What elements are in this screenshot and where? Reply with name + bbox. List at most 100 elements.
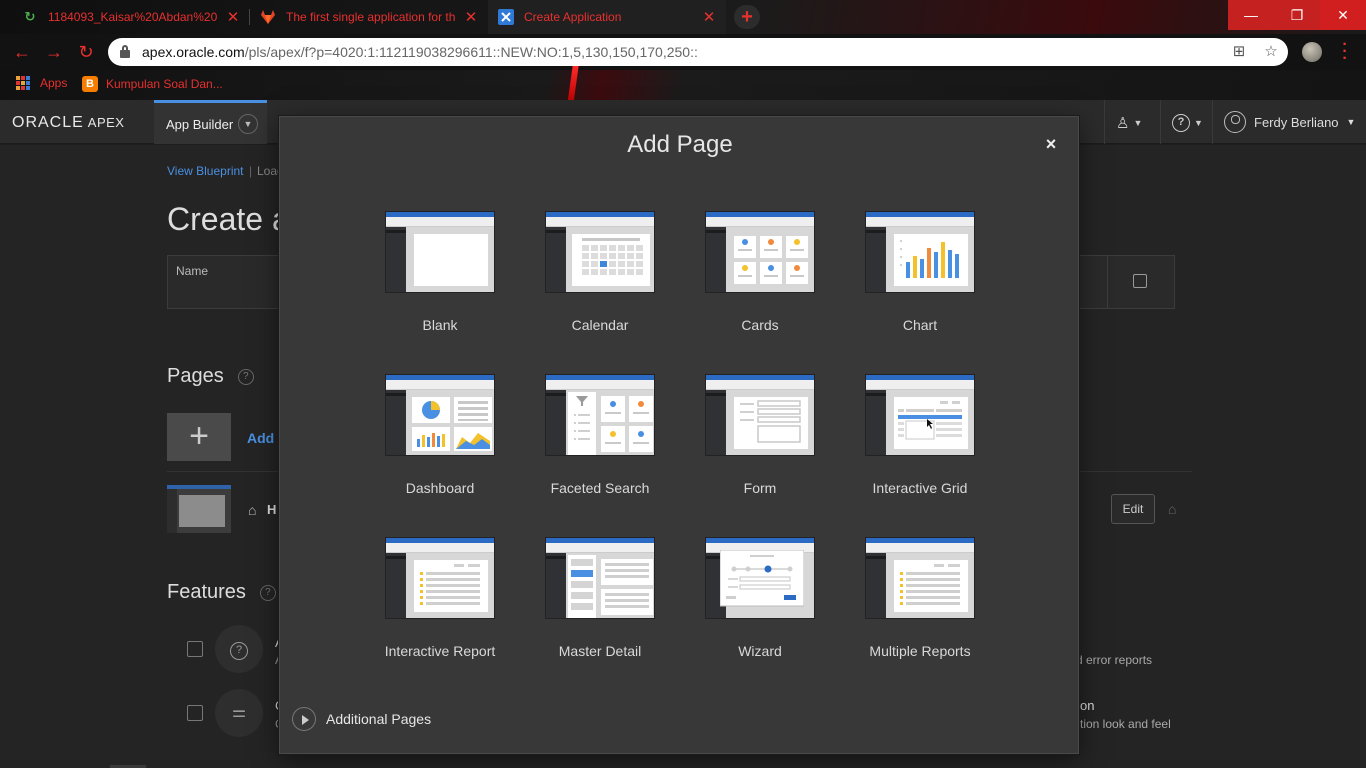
tile-label: Chart bbox=[902, 317, 938, 333]
master-detail-thumbnail bbox=[545, 537, 655, 619]
feature-desc-right: tion look and feel bbox=[1080, 717, 1171, 731]
minimize-icon[interactable]: — bbox=[1228, 0, 1274, 30]
blogger-icon: B bbox=[82, 76, 98, 92]
page-type-chart[interactable]: Chart bbox=[845, 211, 985, 351]
page-type-interactive-report[interactable]: Interactive Report bbox=[365, 537, 505, 677]
page-type-multiple-reports[interactable]: Multiple Reports bbox=[845, 537, 985, 677]
browser-menu-icon[interactable]: · · · bbox=[1338, 37, 1352, 67]
page-type-faceted-search[interactable]: Faceted Search bbox=[525, 374, 665, 514]
wizard-thumbnail bbox=[705, 537, 815, 619]
browser-toolbar: ← → ↻ apex.oracle.com/pls/apex/f?p=4020:… bbox=[0, 34, 1366, 70]
page-type-master-detail[interactable]: Master Detail bbox=[525, 537, 665, 677]
chevron-down-icon: ▼ bbox=[1346, 117, 1356, 127]
view-blueprint-link[interactable]: View Blueprint bbox=[167, 164, 244, 178]
address-bar[interactable]: apex.oracle.com/pls/apex/f?p=4020:1:1121… bbox=[108, 38, 1288, 66]
url-text: apex.oracle.com/pls/apex/f?p=4020:1:1121… bbox=[142, 44, 698, 60]
name-field[interactable]: Name bbox=[167, 255, 287, 309]
tile-label: Master Detail bbox=[558, 643, 642, 659]
app-builder-label: App Builder bbox=[166, 117, 234, 132]
oracle-apex-logo[interactable]: ORACLE APEX bbox=[12, 114, 124, 132]
bookmark-apps[interactable]: Apps bbox=[16, 76, 67, 90]
profile-avatar[interactable] bbox=[1302, 42, 1322, 62]
dashboard-thumbnail bbox=[385, 374, 495, 456]
close-tab-icon[interactable]: ✕ bbox=[226, 8, 240, 26]
apps-grid-icon bbox=[16, 76, 30, 90]
star-icon[interactable]: ☆ bbox=[1262, 43, 1280, 61]
additional-pages-label: Additional Pages bbox=[326, 711, 432, 727]
reload-icon[interactable]: ↻ bbox=[76, 42, 96, 62]
add-page-dialog: Add Page × Blank Calendar Cards Chart Da… bbox=[279, 116, 1079, 754]
translate-icon[interactable]: ⊞ bbox=[1230, 43, 1248, 61]
bookmark-kumpulan-soal[interactable]: B Kumpulan Soal Dan... bbox=[82, 76, 223, 92]
back-icon[interactable]: ← bbox=[12, 42, 32, 62]
feature-checkbox[interactable] bbox=[187, 705, 203, 721]
separator: | bbox=[249, 164, 253, 178]
bookmark-label: Kumpulan Soal Dan... bbox=[106, 77, 223, 91]
bookmark-label: Apps bbox=[40, 76, 68, 90]
form-thumbnail bbox=[705, 374, 815, 456]
tile-label: Wizard bbox=[738, 643, 782, 659]
name-label: Name bbox=[176, 264, 209, 278]
calendar-thumbnail bbox=[545, 211, 655, 293]
features-heading: Features? bbox=[167, 581, 276, 604]
home-page-label: H bbox=[267, 502, 277, 517]
help-icon[interactable]: ? bbox=[237, 368, 254, 385]
page-title: Create a bbox=[167, 201, 290, 237]
help-icon[interactable]: ? bbox=[259, 584, 276, 601]
help-menu[interactable]: ? ▼ bbox=[1172, 112, 1203, 134]
tab-title: The first single application for the... bbox=[286, 10, 456, 24]
admin-menu[interactable]: ♙ ▼ bbox=[1116, 112, 1142, 134]
header-divider bbox=[1212, 100, 1213, 144]
tile-label: Dashboard bbox=[405, 480, 475, 496]
header-divider bbox=[1104, 100, 1105, 144]
chevron-down-icon: ▼ bbox=[1133, 118, 1143, 128]
browser-tab-1[interactable]: ↻ 1184093_Kaisar%20Abdan%20S... ✕ bbox=[12, 0, 250, 34]
home-page-thumbnail bbox=[167, 485, 231, 533]
page-type-form[interactable]: Form bbox=[685, 374, 825, 514]
browser-tab-3-active[interactable]: Create Application ✕ bbox=[488, 0, 726, 34]
multiple-reports-thumbnail bbox=[865, 537, 975, 619]
tile-label: Multiple Reports bbox=[869, 643, 971, 659]
sliders-icon: ⚌ bbox=[215, 689, 263, 737]
user-name: Ferdy Berliano bbox=[1254, 114, 1339, 130]
additional-pages-toggle[interactable]: Additional Pages bbox=[292, 707, 431, 731]
chevron-down-icon: ▼ bbox=[1194, 118, 1203, 128]
tile-label: Blank bbox=[422, 317, 458, 333]
tab-title: 1184093_Kaisar%20Abdan%20S... bbox=[48, 10, 218, 24]
faceted-search-thumbnail bbox=[545, 374, 655, 456]
page-type-interactive-grid[interactable]: Interactive Grid bbox=[845, 374, 985, 514]
page-type-calendar[interactable]: Calendar bbox=[525, 211, 665, 351]
feature-title-right: on bbox=[1080, 698, 1095, 713]
appearance-box[interactable] bbox=[1078, 255, 1175, 309]
tile-label: Interactive Grid bbox=[872, 480, 968, 496]
close-window-icon[interactable]: ✕ bbox=[1320, 0, 1366, 30]
blank-thumbnail bbox=[385, 211, 495, 293]
browser-tab-2[interactable]: The first single application for the... … bbox=[250, 0, 488, 34]
close-tab-icon[interactable]: ✕ bbox=[702, 8, 716, 26]
close-tab-icon[interactable]: ✕ bbox=[464, 8, 478, 26]
page-type-cards[interactable]: Cards bbox=[685, 211, 825, 351]
restore-icon[interactable]: ❐ bbox=[1274, 0, 1320, 30]
chart-thumbnail bbox=[865, 211, 975, 293]
expand-icon[interactable] bbox=[1133, 274, 1147, 288]
page-type-grid: Blank Calendar Cards Chart Dashboard Fac… bbox=[280, 117, 1080, 717]
page-type-blank[interactable]: Blank bbox=[365, 211, 505, 351]
feature-checkbox[interactable] bbox=[187, 641, 203, 657]
browser-tab-strip: ↻ 1184093_Kaisar%20Abdan%20S... ✕ The fi… bbox=[0, 0, 1366, 34]
page-type-dashboard[interactable]: Dashboard bbox=[365, 374, 505, 514]
page-type-wizard[interactable]: Wizard bbox=[685, 537, 825, 677]
user-menu[interactable]: Ferdy Berliano ▼ bbox=[1224, 111, 1355, 133]
chevron-down-icon[interactable]: ▼ bbox=[238, 114, 258, 134]
user-avatar-icon bbox=[1224, 111, 1246, 133]
home-icon: ⌂ bbox=[248, 502, 257, 518]
add-page-tile[interactable]: + bbox=[167, 413, 231, 461]
interactive-grid-thumbnail bbox=[865, 374, 975, 456]
add-page-link[interactable]: Add bbox=[247, 430, 274, 446]
help-icon: ? bbox=[1172, 114, 1190, 132]
edit-button[interactable]: Edit bbox=[1111, 494, 1155, 524]
apex-icon bbox=[498, 9, 514, 25]
tile-label: Interactive Report bbox=[384, 643, 496, 659]
new-tab-button[interactable]: + bbox=[734, 5, 760, 29]
app-builder-menu[interactable]: App Builder ▼ bbox=[154, 100, 267, 144]
forward-icon[interactable]: → bbox=[44, 42, 64, 62]
